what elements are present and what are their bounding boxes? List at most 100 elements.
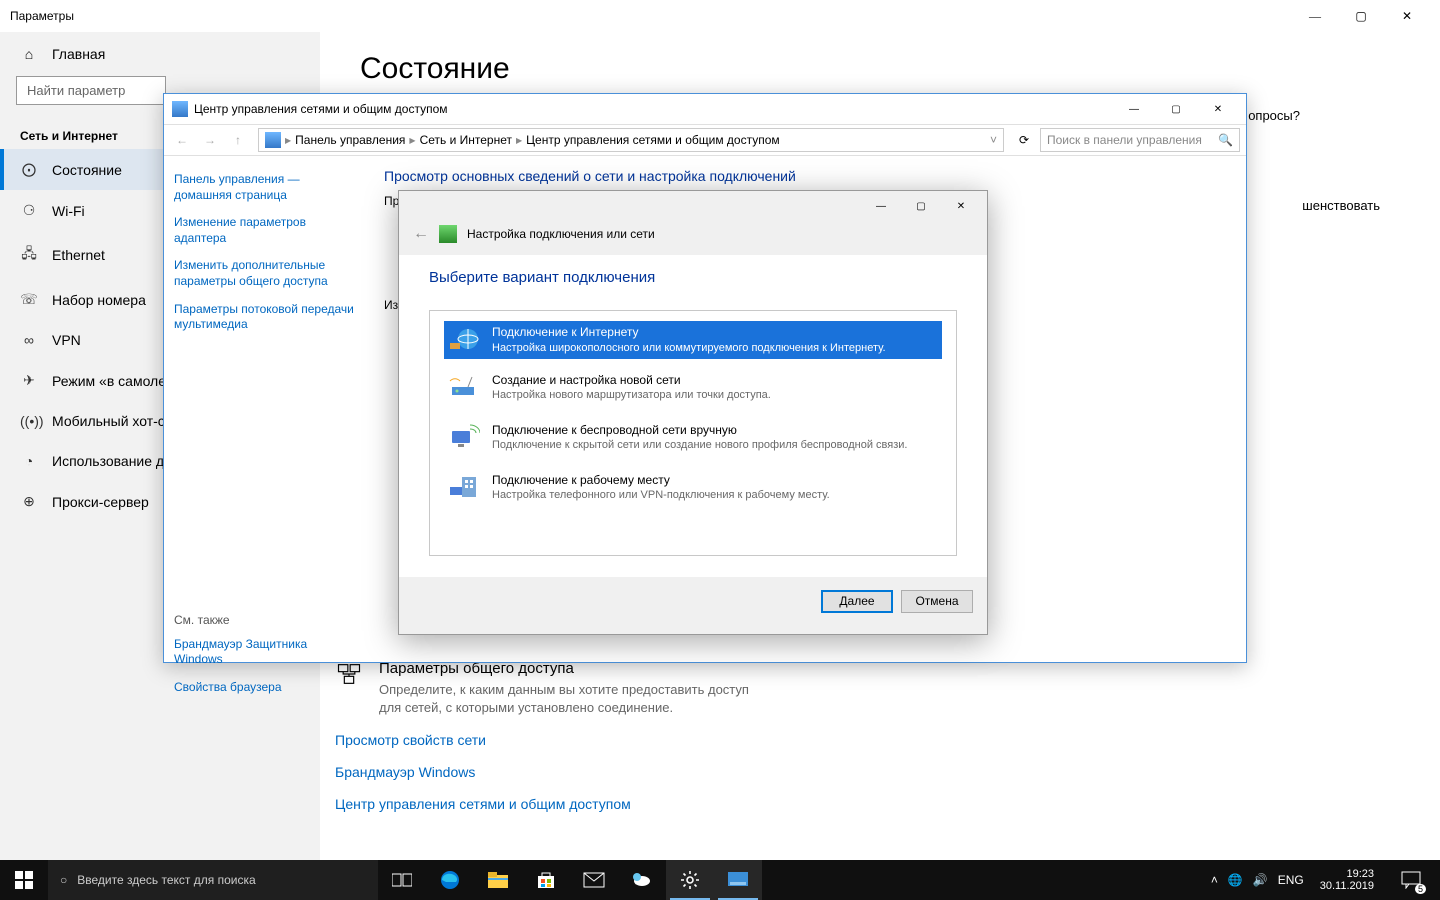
taskbar-search-placeholder: Введите здесь текст для поиска xyxy=(77,873,255,887)
search-input[interactable]: Найти параметр xyxy=(16,76,166,105)
taskbar-mail[interactable] xyxy=(570,860,618,900)
home-button[interactable]: ⌂ Главная xyxy=(0,32,320,76)
wizard-footer: Далее Отмена xyxy=(399,577,987,625)
crumb-net-internet[interactable]: Сеть и Интернет xyxy=(420,133,512,147)
taskbar-store[interactable] xyxy=(522,860,570,900)
vpn-icon: ∞ xyxy=(20,332,38,348)
cp-search-input[interactable]: Поиск в панели управления 🔍 xyxy=(1040,128,1240,152)
tray-network-icon[interactable]: 🌐 xyxy=(1228,873,1243,887)
cp-up-button[interactable]: ↑ xyxy=(226,133,250,147)
cp-link-stream[interactable]: Параметры потоковой передачи мультимедиа xyxy=(174,302,354,333)
taskbar-control-panel[interactable] xyxy=(714,860,762,900)
tray-volume-icon[interactable]: 🔊 xyxy=(1253,873,1268,887)
tray-overflow-button[interactable]: ˄ xyxy=(1211,873,1218,887)
cp-forward-button[interactable]: → xyxy=(198,133,222,147)
search-icon: 🔍 xyxy=(1218,133,1233,147)
tray-date: 30.11.2019 xyxy=(1320,880,1374,892)
crumb-net-center[interactable]: Центр управления сетями и общим доступом xyxy=(526,133,780,147)
settings-titlebar: Параметры — ▢ ✕ xyxy=(0,0,1440,32)
action-center-button[interactable]: 5 xyxy=(1390,860,1432,900)
wizard-body: Выберите вариант подключения Подключение… xyxy=(399,255,987,577)
wizard-maximize-button[interactable]: ▢ xyxy=(901,194,941,218)
cp-link-home[interactable]: Панель управления — домашняя страница xyxy=(174,172,354,203)
cp-breadcrumb[interactable]: ▶ Панель управления ▶ Сеть и Интернет ▶ … xyxy=(258,128,1004,152)
task-view-button[interactable] xyxy=(378,860,426,900)
taskbar-edge[interactable] xyxy=(426,860,474,900)
crumb-control-panel[interactable]: Панель управления xyxy=(295,133,405,147)
cp-titlebar[interactable]: Центр управления сетями и общим доступом… xyxy=(164,94,1246,124)
taskbar-app-weather[interactable] xyxy=(618,860,666,900)
home-label: Главная xyxy=(52,46,105,62)
cancel-button[interactable]: Отмена xyxy=(901,590,973,613)
minimize-button[interactable]: — xyxy=(1292,0,1338,32)
cp-left-pane: Панель управления — домашняя страница Из… xyxy=(164,156,364,662)
building-icon xyxy=(448,473,480,501)
wizard-option-workplace[interactable]: Подключение к рабочему месту Настройка т… xyxy=(444,467,942,509)
cp-link-browser-props[interactable]: Свойства браузера xyxy=(174,680,354,696)
hotspot-icon: ((•)) xyxy=(20,413,38,429)
wizard-heading: Выберите вариант подключения xyxy=(429,269,957,286)
tray-clock[interactable]: 19:23 30.11.2019 xyxy=(1314,868,1380,892)
tray-language-indicator[interactable]: ENG xyxy=(1278,873,1304,887)
sharing-desc: Определите, к каким данным вы хотите пре… xyxy=(379,681,755,716)
windows-logo-icon xyxy=(15,871,33,889)
ethernet-icon: 🖧 xyxy=(20,243,38,267)
router-icon xyxy=(448,373,480,401)
airplane-icon: ✈ xyxy=(20,372,38,389)
cp-link-adapter[interactable]: Изменение параметров адаптера xyxy=(174,215,354,246)
wizard-option-manual-wireless[interactable]: Подключение к беспроводной сети вручную … xyxy=(444,417,942,459)
sidebar-item-label: Ethernet xyxy=(52,247,105,263)
taskbar-search-input[interactable]: ○ Введите здесь текст для поиска xyxy=(48,860,378,900)
system-tray: ˄ 🌐 🔊 ENG 19:23 30.11.2019 5 xyxy=(1203,860,1440,900)
sharing-settings-section: Параметры общего доступа Определите, к к… xyxy=(335,660,755,828)
maximize-button[interactable]: ▢ xyxy=(1338,0,1384,32)
option-title: Подключение к беспроводной сети вручную xyxy=(492,423,907,439)
wizard-option-list: Подключение к Интернету Настройка широко… xyxy=(429,310,957,556)
status-icon: ⨀ xyxy=(20,161,38,178)
cp-link-sharing[interactable]: Изменить дополнительные параметры общего… xyxy=(174,258,354,289)
option-title: Создание и настройка новой сети xyxy=(492,373,771,389)
option-desc: Настройка широкополосного или коммутируе… xyxy=(492,341,886,355)
wizard-titlebar[interactable]: — ▢ ✕ xyxy=(399,191,987,221)
wizard-option-internet[interactable]: Подключение к Интернету Настройка широко… xyxy=(444,321,942,359)
cp-see-also-label: См. также xyxy=(174,613,354,627)
sidebar-item-label: Состояние xyxy=(52,162,122,178)
taskbar-explorer[interactable] xyxy=(474,860,522,900)
option-desc: Настройка телефонного или VPN-подключени… xyxy=(492,488,830,502)
wizard-back-button[interactable]: ← xyxy=(413,225,429,243)
cp-window-icon xyxy=(172,101,188,117)
sidebar-item-label: VPN xyxy=(52,332,81,348)
wizard-title: Настройка подключения или сети xyxy=(467,227,655,241)
link-view-net-props[interactable]: Просмотр свойств сети xyxy=(335,732,755,748)
link-network-center[interactable]: Центр управления сетями и общим доступом xyxy=(335,796,755,812)
cp-maximize-button[interactable]: ▢ xyxy=(1156,98,1196,120)
taskbar-settings[interactable] xyxy=(666,860,714,900)
globe-icon xyxy=(448,325,480,353)
sidebar-item-label: Wi-Fi xyxy=(52,203,85,219)
wizard-icon xyxy=(439,225,457,243)
cp-minimize-button[interactable]: — xyxy=(1114,98,1154,120)
wizard-option-new-network[interactable]: Создание и настройка новой сети Настройк… xyxy=(444,367,942,409)
proxy-icon: ⊕ xyxy=(20,493,38,510)
wizard-minimize-button[interactable]: — xyxy=(861,194,901,218)
cp-link-defender-fw[interactable]: Брандмауэр Защитника Windows xyxy=(174,637,354,668)
close-button[interactable]: ✕ xyxy=(1384,0,1430,32)
help-link-fragment[interactable]: опросы? xyxy=(1248,108,1300,123)
sidebar-item-label: Набор номера xyxy=(52,292,146,308)
start-button[interactable] xyxy=(0,860,48,900)
next-button[interactable]: Далее xyxy=(821,590,893,613)
cp-refresh-button[interactable]: ⟳ xyxy=(1012,133,1036,147)
monitor-wifi-icon xyxy=(448,423,480,451)
link-firewall[interactable]: Брандмауэр Windows xyxy=(335,764,755,780)
cp-close-button[interactable]: ✕ xyxy=(1198,98,1238,120)
cp-search-placeholder: Поиск в панели управления xyxy=(1047,133,1202,147)
cp-toolbar: ← → ↑ ▶ Панель управления ▶ Сеть и Интер… xyxy=(164,124,1246,156)
breadcrumb-dropdown-icon[interactable]: ˅ xyxy=(990,133,997,147)
home-icon: ⌂ xyxy=(20,46,38,62)
cp-window-title: Центр управления сетями и общим доступом xyxy=(194,102,448,116)
dialup-icon: ☏ xyxy=(20,291,38,308)
cp-back-button[interactable]: ← xyxy=(170,133,194,147)
tray-time: 19:23 xyxy=(1320,868,1374,880)
wizard-close-button[interactable]: ✕ xyxy=(941,194,981,218)
cp-main-heading: Просмотр основных сведений о сети и наст… xyxy=(384,168,1226,184)
